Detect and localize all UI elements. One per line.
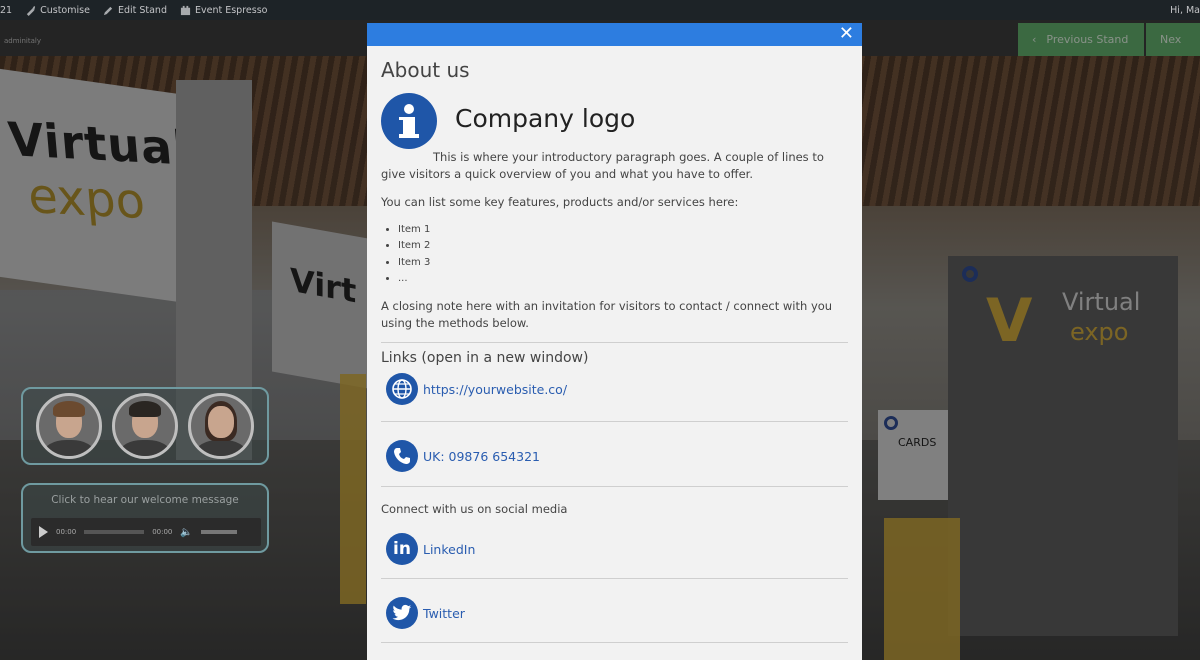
phone-icon-svg <box>394 448 410 465</box>
divider <box>381 342 848 344</box>
features-intro: You can list some key features, products… <box>381 195 739 209</box>
next-stand-label: Nex <box>1160 33 1182 46</box>
duration: 00:00 <box>152 528 173 536</box>
linkedin-icon: in <box>386 533 418 566</box>
audio-player: 00:00 00:00 🔈 <box>31 518 261 546</box>
closing-paragraph: A closing note here with an invitation f… <box>381 299 833 331</box>
twitter-icon <box>386 597 418 630</box>
website-link-row[interactable]: https://yourwebsite.co/ <box>381 372 848 406</box>
list-item: Item 2 <box>398 238 848 254</box>
globe-icon-svg <box>392 379 412 399</box>
info-icon <box>381 93 437 149</box>
avatar-face <box>208 406 234 438</box>
list-item: Item 3 <box>398 255 848 271</box>
staff-avatars-panel <box>21 387 269 465</box>
divider <box>381 486 848 488</box>
previous-stand-button[interactable]: ‹ Previous Stand <box>1018 23 1144 56</box>
avatar-body <box>43 440 95 456</box>
play-icon[interactable] <box>39 526 48 538</box>
brush-icon <box>26 5 36 16</box>
company-logo-row: Company logo <box>381 93 848 149</box>
calendar-icon <box>180 5 191 15</box>
phone-link-row[interactable]: UK: 09876 654321 <box>381 439 848 473</box>
admin-customise-link[interactable]: Customise <box>25 5 90 16</box>
features-list: Item 1 Item 2 Item 3 ... <box>398 222 848 287</box>
linkedin-link-row[interactable]: in LinkedIn <box>381 532 848 566</box>
info-icon-foot <box>399 134 419 138</box>
admin-edit-stand-link[interactable]: Edit Stand <box>103 5 167 16</box>
admin-bar-fragment[interactable]: 21 <box>0 5 12 16</box>
divider <box>381 421 848 423</box>
previous-stand-label: Previous Stand <box>1046 33 1129 46</box>
welcome-message-label[interactable]: Click to hear our welcome message <box>23 494 267 506</box>
admin-event-espresso-label: Event Espresso <box>194 4 268 16</box>
modal-title: About us <box>381 58 470 82</box>
close-icon[interactable]: ✕ <box>839 24 854 44</box>
current-time: 00:00 <box>56 528 77 536</box>
website-link[interactable]: https://yourwebsite.co/ <box>423 381 567 398</box>
intro-paragraph: This is where your introductory paragrap… <box>381 150 824 181</box>
list-item: ... <box>398 271 848 287</box>
admin-event-espresso-link[interactable]: Event Espresso <box>180 5 267 16</box>
pencil-icon <box>103 6 113 15</box>
divider <box>381 642 848 644</box>
twitter-icon-svg <box>392 605 412 621</box>
admin-customise-label: Customise <box>40 4 90 16</box>
avatar-body <box>119 440 171 456</box>
twitter-link-row[interactable]: Twitter <box>381 596 848 630</box>
admin-greeting[interactable]: Hi, Ma <box>1170 0 1200 20</box>
next-stand-button[interactable]: Nex <box>1146 23 1200 56</box>
avatar[interactable] <box>112 393 178 459</box>
divider <box>381 578 848 580</box>
info-icon-dot <box>404 104 414 114</box>
avatar[interactable] <box>188 393 254 459</box>
phone-icon <box>386 440 418 473</box>
links-heading: Links (open in a new window) <box>381 350 589 367</box>
list-item: Item 1 <box>398 222 848 238</box>
avatar-hair <box>129 401 161 417</box>
globe-icon <box>386 373 418 406</box>
volume-slider[interactable] <box>200 530 237 534</box>
phone-link[interactable]: UK: 09876 654321 <box>423 448 540 465</box>
admin-bar: 21 Customise Edit Stand Event Espresso H… <box>0 0 1200 20</box>
admin-edit-stand-label: Edit Stand <box>117 4 167 16</box>
social-heading: Connect with us on social media <box>381 502 568 517</box>
company-logo: Company logo <box>455 103 636 133</box>
audio-progress-slider[interactable] <box>84 530 145 534</box>
linkedin-link[interactable]: LinkedIn <box>423 541 475 558</box>
about-us-modal: ✕ About us Company logo This is where yo… <box>367 23 862 660</box>
chevron-left-icon: ‹ <box>1032 33 1037 46</box>
avatar[interactable] <box>36 393 102 459</box>
avatar-hair <box>53 401 85 417</box>
modal-body: About us Company logo This is where your… <box>367 58 862 644</box>
welcome-audio-panel: Click to hear our welcome message 00:00 … <box>21 483 269 553</box>
twitter-link[interactable]: Twitter <box>423 605 465 622</box>
speaker-icon[interactable]: 🔈 <box>180 527 192 538</box>
modal-header: ✕ <box>367 23 862 46</box>
avatar-body <box>195 440 247 456</box>
